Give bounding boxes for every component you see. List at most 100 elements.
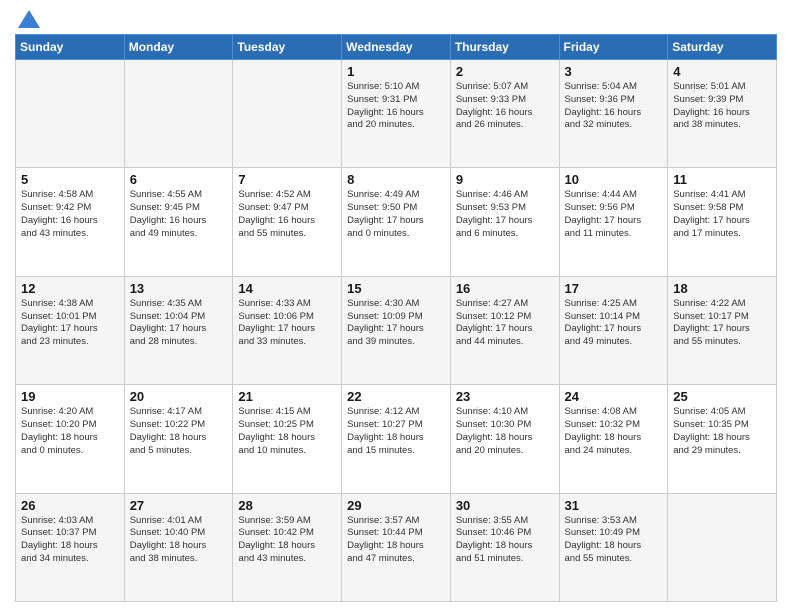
calendar-day-29: 29 Sunrise: 3:57 AM Sunset: 10:44 PM Dayl… xyxy=(342,493,451,601)
calendar-day-7: 7 Sunrise: 4:52 AM Sunset: 9:47 PM Daylig… xyxy=(233,168,342,276)
calendar-day-23: 23 Sunrise: 4:10 AM Sunset: 10:30 PM Dayl… xyxy=(450,385,559,493)
day-info: Sunrise: 4:27 AM Sunset: 10:12 PM Daylig… xyxy=(456,298,554,349)
day-number: 14 xyxy=(238,281,336,296)
calendar-day-14: 14Sunrise: 4:33 AM Sunset: 10:06 PM Dayl… xyxy=(233,276,342,384)
day-number: 18 xyxy=(673,281,771,296)
day-number: 17 xyxy=(565,281,663,296)
calendar-day-16: 16 Sunrise: 4:27 AM Sunset: 10:12 PM Dayl… xyxy=(450,276,559,384)
calendar-week-1: 1Sunrise: 5:10 AM Sunset: 9:31 PM Daylig… xyxy=(16,60,777,168)
calendar-day-21: 21 Sunrise: 4:15 AM Sunset: 10:25 PM Dayl… xyxy=(233,385,342,493)
day-info: Sunrise: 4:10 AM Sunset: 10:30 PM Daylig… xyxy=(456,406,554,457)
day-info: Sunrise: 4:30 AM Sunset: 10:09 PM Daylig… xyxy=(347,298,445,349)
day-number: 7 xyxy=(238,172,336,187)
day-info: Sunrise: 5:10 AM Sunset: 9:31 PM Dayligh… xyxy=(347,81,445,132)
day-info: Sunrise: 4:15 AM Sunset: 10:25 PM Daylig… xyxy=(238,406,336,457)
calendar: SundayMondayTuesdayWednesdayThursdayFrid… xyxy=(15,34,777,602)
day-number: 8 xyxy=(347,172,445,187)
calendar-day-27: 27 Sunrise: 4:01 AM Sunset: 10:40 PM Dayl… xyxy=(124,493,233,601)
day-number: 6 xyxy=(130,172,228,187)
calendar-day-18: 18 Sunrise: 4:22 AM Sunset: 10:17 PM Dayl… xyxy=(668,276,777,384)
day-info: Sunrise: 4:41 AM Sunset: 9:58 PM Dayligh… xyxy=(673,189,771,240)
page: SundayMondayTuesdayWednesdayThursdayFrid… xyxy=(0,0,792,612)
calendar-empty xyxy=(124,60,233,168)
calendar-day-10: 10 Sunrise: 4:44 AM Sunset: 9:56 PM Dayli… xyxy=(559,168,668,276)
day-info: Sunrise: 4:03 AM Sunset: 10:37 PM Daylig… xyxy=(21,515,119,566)
calendar-day-5: 5 Sunrise: 4:58 AM Sunset: 9:42 PM Daylig… xyxy=(16,168,125,276)
day-number: 5 xyxy=(21,172,119,187)
day-info: Sunrise: 4:49 AM Sunset: 9:50 PM Dayligh… xyxy=(347,189,445,240)
calendar-day-13: 13 Sunrise: 4:35 AM Sunset: 10:04 PM Dayl… xyxy=(124,276,233,384)
day-number: 9 xyxy=(456,172,554,187)
calendar-day-8: 8 Sunrise: 4:49 AM Sunset: 9:50 PM Daylig… xyxy=(342,168,451,276)
day-header-sunday: Sunday xyxy=(16,35,125,60)
logo-icon xyxy=(18,10,40,28)
day-header-monday: Monday xyxy=(124,35,233,60)
day-number: 15 xyxy=(347,281,445,296)
day-info: Sunrise: 3:55 AM Sunset: 10:46 PM Daylig… xyxy=(456,515,554,566)
calendar-day-26: 26Sunrise: 4:03 AM Sunset: 10:37 PM Dayl… xyxy=(16,493,125,601)
day-info: Sunrise: 4:46 AM Sunset: 9:53 PM Dayligh… xyxy=(456,189,554,240)
header xyxy=(15,10,777,26)
calendar-day-17: 17 Sunrise: 4:25 AM Sunset: 10:14 PM Dayl… xyxy=(559,276,668,384)
day-number: 16 xyxy=(456,281,554,296)
calendar-day-31: 31 Sunrise: 3:53 AM Sunset: 10:49 PM Dayl… xyxy=(559,493,668,601)
calendar-day-6: 6 Sunrise: 4:55 AM Sunset: 9:45 PM Daylig… xyxy=(124,168,233,276)
calendar-day-1: 1Sunrise: 5:10 AM Sunset: 9:31 PM Daylig… xyxy=(342,60,451,168)
calendar-day-28: 28 Sunrise: 3:59 AM Sunset: 10:42 PM Dayl… xyxy=(233,493,342,601)
day-info: Sunrise: 4:12 AM Sunset: 10:27 PM Daylig… xyxy=(347,406,445,457)
calendar-day-3: 3 Sunrise: 5:04 AM Sunset: 9:36 PM Daylig… xyxy=(559,60,668,168)
day-header-thursday: Thursday xyxy=(450,35,559,60)
day-number: 27 xyxy=(130,498,228,513)
day-info: Sunrise: 4:44 AM Sunset: 9:56 PM Dayligh… xyxy=(565,189,663,240)
day-info: Sunrise: 3:59 AM Sunset: 10:42 PM Daylig… xyxy=(238,515,336,566)
day-info: Sunrise: 4:35 AM Sunset: 10:04 PM Daylig… xyxy=(130,298,228,349)
day-number: 22 xyxy=(347,389,445,404)
day-number: 4 xyxy=(673,64,771,79)
calendar-week-2: 5 Sunrise: 4:58 AM Sunset: 9:42 PM Daylig… xyxy=(16,168,777,276)
day-number: 11 xyxy=(673,172,771,187)
calendar-week-3: 12 Sunrise: 4:38 AM Sunset: 10:01 PM Dayl… xyxy=(16,276,777,384)
day-number: 19 xyxy=(21,389,119,404)
day-number: 21 xyxy=(238,389,336,404)
day-number: 3 xyxy=(565,64,663,79)
day-info: Sunrise: 3:53 AM Sunset: 10:49 PM Daylig… xyxy=(565,515,663,566)
day-number: 30 xyxy=(456,498,554,513)
day-number: 28 xyxy=(238,498,336,513)
day-info: Sunrise: 5:07 AM Sunset: 9:33 PM Dayligh… xyxy=(456,81,554,132)
logo xyxy=(15,10,40,26)
day-number: 23 xyxy=(456,389,554,404)
day-info: Sunrise: 4:22 AM Sunset: 10:17 PM Daylig… xyxy=(673,298,771,349)
calendar-day-19: 19 Sunrise: 4:20 AM Sunset: 10:20 PM Dayl… xyxy=(16,385,125,493)
calendar-day-11: 11 Sunrise: 4:41 AM Sunset: 9:58 PM Dayli… xyxy=(668,168,777,276)
day-header-wednesday: Wednesday xyxy=(342,35,451,60)
day-info: Sunrise: 4:55 AM Sunset: 9:45 PM Dayligh… xyxy=(130,189,228,240)
day-info: Sunrise: 4:38 AM Sunset: 10:01 PM Daylig… xyxy=(21,298,119,349)
day-info: Sunrise: 4:25 AM Sunset: 10:14 PM Daylig… xyxy=(565,298,663,349)
day-info: Sunrise: 3:57 AM Sunset: 10:44 PM Daylig… xyxy=(347,515,445,566)
day-info: Sunrise: 4:20 AM Sunset: 10:20 PM Daylig… xyxy=(21,406,119,457)
day-number: 24 xyxy=(565,389,663,404)
day-info: Sunrise: 4:17 AM Sunset: 10:22 PM Daylig… xyxy=(130,406,228,457)
calendar-day-15: 15 Sunrise: 4:30 AM Sunset: 10:09 PM Dayl… xyxy=(342,276,451,384)
day-number: 25 xyxy=(673,389,771,404)
day-header-tuesday: Tuesday xyxy=(233,35,342,60)
day-number: 2 xyxy=(456,64,554,79)
day-info: Sunrise: 4:52 AM Sunset: 9:47 PM Dayligh… xyxy=(238,189,336,240)
calendar-header-row: SundayMondayTuesdayWednesdayThursdayFrid… xyxy=(16,35,777,60)
calendar-empty xyxy=(668,493,777,601)
day-number: 12 xyxy=(21,281,119,296)
day-number: 31 xyxy=(565,498,663,513)
day-info: Sunrise: 4:58 AM Sunset: 9:42 PM Dayligh… xyxy=(21,189,119,240)
calendar-empty xyxy=(233,60,342,168)
day-number: 29 xyxy=(347,498,445,513)
day-info: Sunrise: 4:05 AM Sunset: 10:35 PM Daylig… xyxy=(673,406,771,457)
day-info: Sunrise: 4:01 AM Sunset: 10:40 PM Daylig… xyxy=(130,515,228,566)
day-number: 13 xyxy=(130,281,228,296)
day-info: Sunrise: 5:04 AM Sunset: 9:36 PM Dayligh… xyxy=(565,81,663,132)
day-number: 10 xyxy=(565,172,663,187)
calendar-day-20: 20Sunrise: 4:17 AM Sunset: 10:22 PM Dayl… xyxy=(124,385,233,493)
calendar-day-24: 24Sunrise: 4:08 AM Sunset: 10:32 PM Dayl… xyxy=(559,385,668,493)
calendar-week-4: 19 Sunrise: 4:20 AM Sunset: 10:20 PM Dayl… xyxy=(16,385,777,493)
calendar-day-4: 4Sunrise: 5:01 AM Sunset: 9:39 PM Daylig… xyxy=(668,60,777,168)
calendar-day-22: 22 Sunrise: 4:12 AM Sunset: 10:27 PM Dayl… xyxy=(342,385,451,493)
